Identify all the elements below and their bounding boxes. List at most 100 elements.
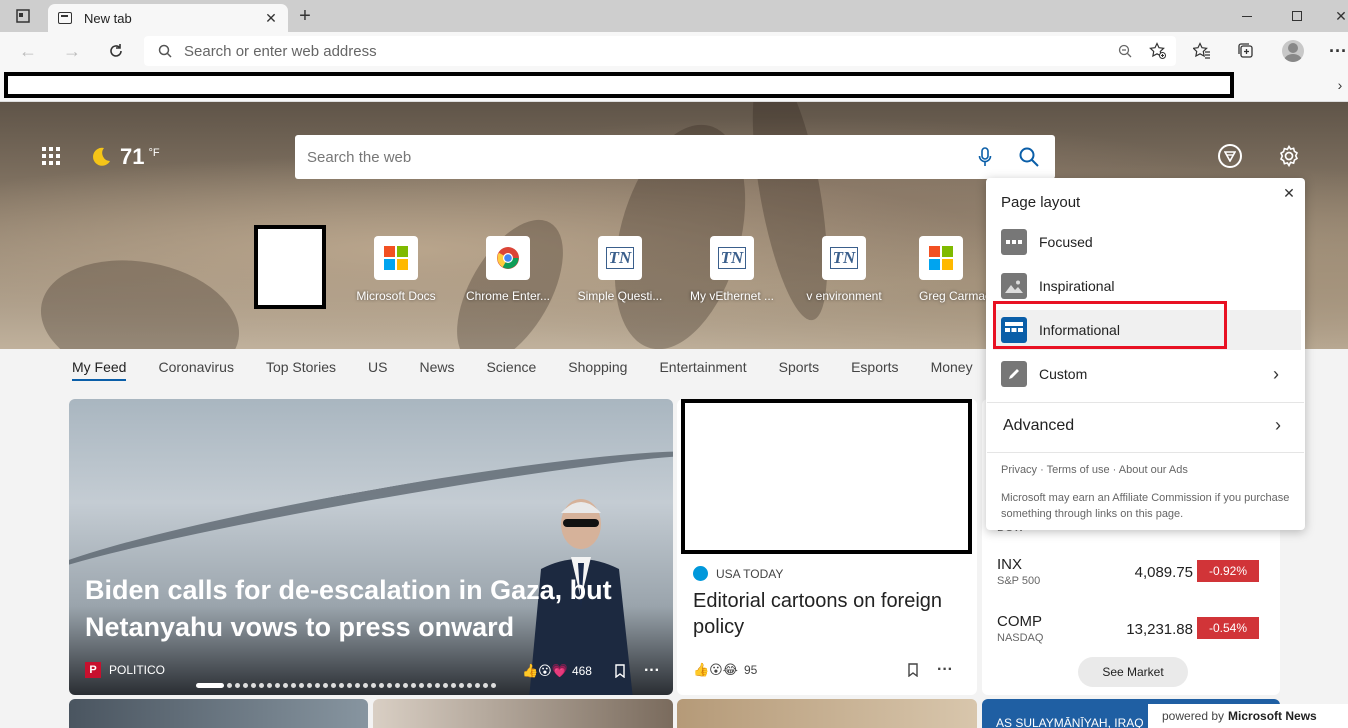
- minimize-icon[interactable]: [1240, 6, 1254, 26]
- divider: [987, 452, 1304, 453]
- bookmark-icon[interactable]: [610, 663, 630, 679]
- chevron-right-icon: ›: [1275, 415, 1281, 435]
- settings-gear-icon[interactable]: [1277, 144, 1301, 168]
- tab-top-stories[interactable]: Top Stories: [266, 359, 336, 381]
- quick-link-label: v environment: [806, 289, 882, 303]
- advanced-label: Advanced: [1003, 417, 1075, 434]
- address-input[interactable]: [184, 42, 1110, 60]
- option-label: Custom: [1039, 366, 1088, 382]
- layout-option-inspirational[interactable]: Inspirational: [1001, 266, 1301, 306]
- tn-logo-icon: TN: [598, 236, 642, 280]
- stock-value: 13,231.88: [1126, 621, 1193, 638]
- quick-link-label: My vEthernet ...: [689, 289, 775, 303]
- quick-link-tile[interactable]: Microsoft Docs: [344, 236, 448, 303]
- divider: [987, 402, 1304, 403]
- quick-link-label: Chrome Enter...: [465, 289, 551, 303]
- microsoft-logo-icon: [919, 236, 963, 280]
- news-source[interactable]: USA TODAY: [693, 566, 783, 581]
- favorites-icon[interactable]: [1192, 41, 1212, 61]
- temperature: 71: [120, 144, 145, 169]
- quick-link-label: Greg Carmac: [919, 289, 992, 303]
- footer-links[interactable]: Privacy · Terms of use · About our Ads: [1001, 464, 1188, 476]
- news-card-thumbnail[interactable]: [677, 699, 977, 728]
- refresh-icon[interactable]: [106, 41, 126, 61]
- politico-logo-icon: P: [85, 662, 101, 678]
- quick-link-tile[interactable]: Chrome Enter...: [456, 236, 560, 303]
- weather-widget[interactable]: 71 °F: [90, 144, 160, 170]
- quick-link-label: Simple Questi...: [577, 289, 663, 303]
- hero-news-card[interactable]: [69, 399, 673, 695]
- moon-icon: [93, 147, 110, 166]
- usa-today-logo-icon: [693, 566, 708, 581]
- bookmark-icon[interactable]: [905, 662, 921, 678]
- close-panel-icon[interactable]: ✕: [1281, 185, 1297, 201]
- forward-arrow-icon[interactable]: →: [62, 41, 82, 61]
- quick-link-tile[interactable]: TN v environment: [792, 236, 896, 303]
- option-label: Inspirational: [1039, 278, 1115, 294]
- microphone-icon[interactable]: [971, 143, 999, 171]
- address-bar[interactable]: [144, 36, 1176, 66]
- stock-row[interactable]: INX S&P 500 4,089.75 -0.92%: [997, 556, 1269, 587]
- selection-highlight-box: [993, 301, 1227, 349]
- restore-icon[interactable]: [1290, 6, 1304, 26]
- powered-by-brand: Microsoft News: [1228, 709, 1317, 723]
- feed-nav: My Feed Coronavirus Top Stories US News …: [72, 359, 1005, 381]
- tab-money[interactable]: Money: [931, 359, 973, 381]
- tab-my-feed[interactable]: My Feed: [72, 359, 127, 381]
- reactions[interactable]: 👍😮😂 95 ···: [693, 661, 963, 679]
- zoom-out-icon[interactable]: [1110, 38, 1140, 64]
- news-source[interactable]: P POLITICO: [85, 662, 165, 678]
- panel-title: Page layout: [1001, 194, 1081, 211]
- more-icon[interactable]: ···: [937, 661, 953, 679]
- headline[interactable]: Editorial cartoons on foreign policy: [693, 588, 963, 640]
- stock-row[interactable]: COMP NASDAQ 13,231.88 -0.54%: [997, 613, 1269, 644]
- source-name: POLITICO: [109, 663, 166, 677]
- tab-us[interactable]: US: [368, 359, 387, 381]
- more-icon[interactable]: ···: [644, 662, 660, 680]
- quick-link-tile[interactable]: Greg Carmac: [904, 236, 992, 303]
- tab-news[interactable]: News: [419, 359, 454, 381]
- chevron-right-icon[interactable]: ›: [1334, 76, 1346, 94]
- layout-option-focused[interactable]: Focused: [1001, 222, 1301, 262]
- layout-option-custom[interactable]: Custom ›: [1001, 354, 1301, 394]
- see-market-button[interactable]: See Market: [1078, 657, 1188, 687]
- tab-entertainment[interactable]: Entertainment: [659, 359, 746, 381]
- stock-change-badge: -0.54%: [1197, 617, 1259, 639]
- rewards-icon[interactable]: [1218, 144, 1242, 168]
- tab-esports[interactable]: Esports: [851, 359, 898, 381]
- chrome-logo-icon: [486, 236, 530, 280]
- option-label: Focused: [1039, 234, 1093, 250]
- headline-main[interactable]: Biden calls for de-escalation in Gaza, b…: [85, 572, 645, 646]
- reaction-count: 468: [571, 664, 592, 678]
- tab-sports[interactable]: Sports: [779, 359, 819, 381]
- back-arrow-icon[interactable]: ←: [18, 41, 38, 61]
- collections-icon[interactable]: [1236, 41, 1256, 61]
- tn-logo-icon: TN: [822, 236, 866, 280]
- tab-science[interactable]: Science: [486, 359, 536, 381]
- tab-shopping[interactable]: Shopping: [568, 359, 627, 381]
- workspaces-icon[interactable]: [14, 8, 32, 24]
- redacted-favorites: [4, 72, 1234, 98]
- profile-avatar[interactable]: [1282, 40, 1304, 62]
- add-favorite-icon[interactable]: [1140, 38, 1176, 64]
- news-card-thumbnail[interactable]: [373, 699, 673, 728]
- reactions[interactable]: 👍😮💗 468 ···: [522, 662, 660, 680]
- carousel-dots[interactable]: [196, 683, 496, 688]
- quick-link-tile[interactable]: TN Simple Questi...: [568, 236, 672, 303]
- quick-link-tile[interactable]: TN My vEthernet ...: [680, 236, 784, 303]
- more-options-icon[interactable]: ···: [1328, 41, 1348, 61]
- focused-layout-icon: [1001, 229, 1027, 255]
- tab-coronavirus[interactable]: Coronavirus: [158, 359, 233, 381]
- search-submit-icon[interactable]: [1015, 143, 1043, 171]
- powered-by-badge: powered by Microsoft News: [1148, 704, 1348, 728]
- web-search-box[interactable]: [295, 135, 1055, 179]
- new-tab-plus-icon[interactable]: +: [294, 5, 316, 27]
- close-tab-icon[interactable]: ✕: [264, 10, 278, 26]
- news-card-thumbnail[interactable]: [69, 699, 368, 728]
- temperature-unit: °F: [148, 147, 160, 159]
- window-close-icon[interactable]: ✕: [1334, 6, 1348, 26]
- web-search-input[interactable]: [307, 148, 971, 166]
- browser-tab[interactable]: New tab ✕: [48, 4, 288, 32]
- apps-grid-icon[interactable]: [42, 147, 60, 165]
- new-tab-icon: [58, 12, 72, 24]
